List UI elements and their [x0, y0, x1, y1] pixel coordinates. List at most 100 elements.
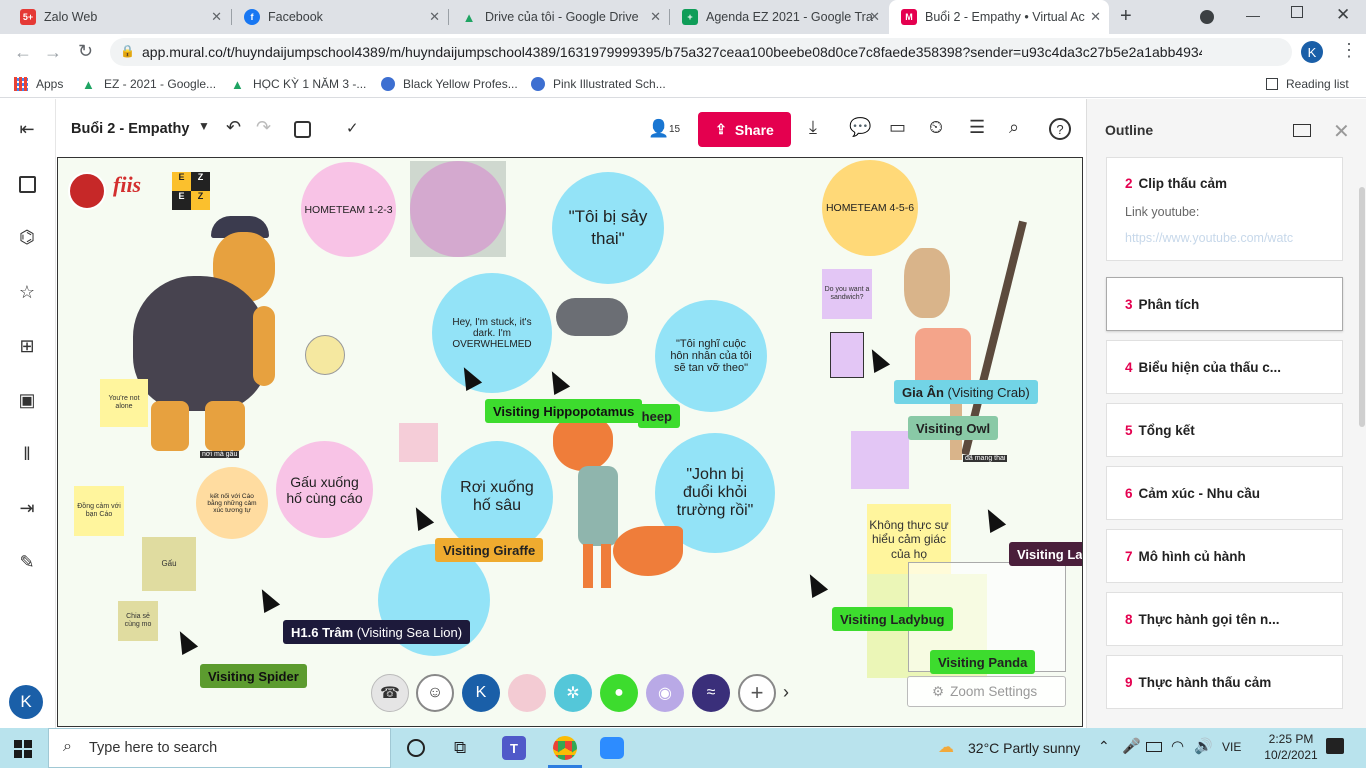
- list-icon[interactable]: ☰: [969, 117, 985, 138]
- quote-circle[interactable]: "Tôi nghĩ cuộc hôn nhân của tôi sẽ tan v…: [655, 300, 767, 412]
- participant-avatar[interactable]: K: [462, 674, 500, 712]
- bookmark-pink-illustrated[interactable]: Pink Illustrated Sch...: [531, 77, 666, 91]
- quote-circle[interactable]: Rơi xuống hố sâu: [441, 441, 553, 553]
- sticky-note[interactable]: [830, 332, 864, 378]
- tab-facebook[interactable]: f Facebook ✕: [232, 0, 448, 34]
- phone-icon[interactable]: ☎: [371, 674, 409, 712]
- close-icon[interactable]: ✕: [650, 9, 661, 25]
- outline-item[interactable]: 6 Cảm xúc - Nhu cầu: [1106, 466, 1343, 520]
- task-view-icon[interactable]: ⧉: [454, 738, 466, 758]
- import-icon[interactable]: ⇥: [16, 497, 38, 519]
- frameworks-icon[interactable]: ⊞: [16, 335, 38, 357]
- chat-icon[interactable]: 💬: [849, 117, 871, 138]
- forward-icon[interactable]: →: [44, 42, 62, 63]
- microphone-icon[interactable]: 🎤: [1122, 737, 1141, 755]
- participant-photo[interactable]: [508, 674, 546, 712]
- shrimp-icon[interactable]: ≈: [692, 674, 730, 712]
- export-icon[interactable]: ⤓: [809, 117, 817, 138]
- taskbar-search-input[interactable]: ⌕ Type here to search: [48, 728, 391, 768]
- outline-item[interactable]: 2 Clip thấu cảm Link youtube: https://www…: [1106, 157, 1343, 261]
- bookmark-ez-2021[interactable]: ▲ EZ - 2021 - Google...: [82, 77, 216, 92]
- menu-icon[interactable]: ⋮: [1340, 40, 1358, 61]
- zoom-settings-button[interactable]: ⚙ Zoom Settings: [907, 676, 1066, 707]
- scrollbar[interactable]: [1359, 187, 1365, 427]
- profile-avatar[interactable]: K: [1301, 41, 1323, 63]
- weather-text[interactable]: 32°C Partly sunny: [968, 740, 1080, 756]
- sticky-note-icon[interactable]: [16, 173, 38, 195]
- new-tab-button[interactable]: +: [1120, 5, 1132, 28]
- close-panel-icon[interactable]: ✕: [1333, 119, 1350, 144]
- comment-icon[interactable]: ▭: [889, 117, 906, 138]
- outline-item[interactable]: 7 Mô hình củ hành: [1106, 529, 1343, 583]
- check-circle-icon[interactable]: ✓: [346, 119, 359, 137]
- sticky-note[interactable]: Đồng cảm với bạn Cáo: [74, 486, 124, 536]
- outline-item-link[interactable]: https://www.youtube.com/watc: [1125, 231, 1325, 245]
- reading-list-button[interactable]: Reading list: [1266, 77, 1349, 91]
- shapes-icon[interactable]: ⌬: [16, 226, 38, 248]
- chevron-down-icon[interactable]: ▼: [198, 119, 210, 133]
- star-icon[interactable]: ☆: [16, 281, 38, 303]
- exit-icon[interactable]: ⇤: [16, 118, 38, 140]
- mural-canvas[interactable]: fiis EZEZ nơi mà gấu HOMETEAM 1-2-3 "Tôi…: [57, 157, 1083, 727]
- tab-google-sheets[interactable]: + Agenda EZ 2021 - Google Tra ✕: [670, 0, 888, 34]
- sticky-note[interactable]: Chia sẻ cùng mo: [118, 601, 158, 641]
- bookmark-hoc-ky[interactable]: ▲ HỌC KỲ 1 NĂM 3 -...: [231, 77, 366, 92]
- redo-icon[interactable]: ↷: [256, 117, 271, 138]
- ladybug-icon[interactable]: ●: [600, 674, 638, 712]
- teams-icon[interactable]: T: [502, 736, 526, 760]
- search-icon[interactable]: ⌕: [1009, 117, 1019, 138]
- close-window-button[interactable]: ✕: [1336, 5, 1350, 25]
- chrome-icon[interactable]: [553, 736, 577, 760]
- fox-illustration[interactable]: [543, 416, 683, 591]
- cortana-icon[interactable]: [407, 739, 425, 757]
- hometeam-circle[interactable]: HOMETEAM 1-2-3: [301, 162, 396, 257]
- back-icon[interactable]: ←: [14, 42, 32, 63]
- tab-search-icon[interactable]: [1200, 10, 1214, 24]
- outline-item[interactable]: 8 Thực hành gọi tên n...: [1106, 592, 1343, 646]
- quote-circle[interactable]: Gấu xuống hố cùng cáo: [276, 441, 373, 538]
- outline-item[interactable]: 5 Tổng kết: [1106, 403, 1343, 457]
- outline-item-selected[interactable]: 3 Phân tích: [1106, 277, 1343, 331]
- outline-item[interactable]: 4 Biểu hiện của thấu c...: [1106, 340, 1343, 394]
- outline-frame-icon[interactable]: [294, 121, 311, 138]
- pen-icon[interactable]: ✎: [16, 551, 38, 573]
- chevron-up-icon[interactable]: ⌃: [1098, 738, 1110, 755]
- sticky-note[interactable]: Gấu: [142, 537, 196, 591]
- close-icon[interactable]: ✕: [211, 9, 222, 25]
- close-icon[interactable]: ✕: [429, 9, 440, 25]
- share-button[interactable]: ⇪ Share: [698, 112, 791, 147]
- minimize-button[interactable]: —: [1246, 7, 1260, 23]
- sticky-note[interactable]: Do you want a sandwich?: [822, 269, 872, 319]
- tab-zalo[interactable]: 5+ Zalo Web ✕: [8, 0, 230, 34]
- add-participant-button[interactable]: +: [738, 674, 776, 712]
- quote-circle[interactable]: Hey, I'm stuck, it's dark. I'm OVERWHELM…: [432, 273, 552, 393]
- tab-google-drive[interactable]: ▲ Drive của tôi - Google Drive ✕: [449, 0, 669, 34]
- members-icon[interactable]: 👤: [648, 119, 669, 139]
- bear-illustration[interactable]: [133, 216, 293, 466]
- image-icon[interactable]: ▣: [16, 389, 38, 411]
- sticky-note[interactable]: You're not alone: [100, 379, 148, 427]
- volume-icon[interactable]: 🔊: [1194, 737, 1213, 755]
- tab-mural[interactable]: M Buổi 2 - Empathy • Virtual Ac ✕: [889, 0, 1109, 34]
- notification-icon[interactable]: [1326, 738, 1344, 754]
- panda-icon[interactable]: ◉: [646, 674, 684, 712]
- user-avatar[interactable]: K: [9, 685, 43, 719]
- present-icon[interactable]: [1293, 124, 1311, 137]
- yellow-dot[interactable]: [305, 335, 345, 375]
- sticky-note[interactable]: [399, 423, 438, 462]
- close-icon[interactable]: ✕: [1090, 9, 1101, 25]
- mural-title[interactable]: Buổi 2 - Empathy: [71, 121, 189, 137]
- zoom-icon[interactable]: [600, 737, 624, 759]
- language-indicator[interactable]: VIE: [1222, 740, 1241, 754]
- battery-icon[interactable]: [1146, 742, 1162, 752]
- bookmark-apps[interactable]: Apps: [14, 77, 63, 91]
- windows-start-icon[interactable]: [14, 740, 32, 758]
- undo-icon[interactable]: ↶: [226, 117, 241, 138]
- crab-icon[interactable]: ✲: [554, 674, 592, 712]
- quote-circle[interactable]: "Tôi bị sảy thai": [552, 172, 664, 284]
- bookmark-black-yellow[interactable]: Black Yellow Profes...: [381, 77, 518, 91]
- image-frame[interactable]: [410, 161, 506, 257]
- timer-icon[interactable]: ⏲: [929, 117, 943, 138]
- clock[interactable]: 2:25 PM 10/2/2021: [1262, 732, 1320, 762]
- url-bar[interactable]: 🔒 app.mural.co/t/huyndaijumpschool4389/m…: [110, 38, 1292, 66]
